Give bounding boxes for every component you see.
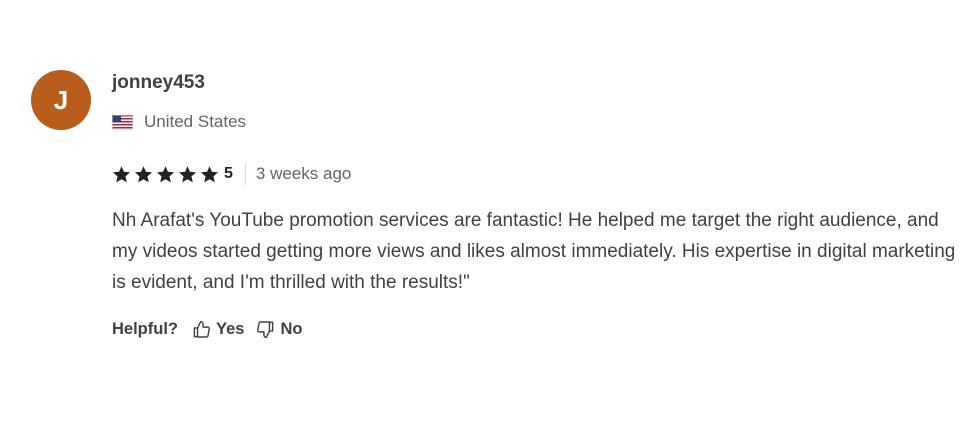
rating-divider [244, 163, 246, 185]
thumbs-down-icon [257, 321, 274, 339]
rating-row: 5 3 weeks ago [112, 163, 351, 185]
avatar[interactable]: J [31, 70, 91, 130]
review-time: 3 weeks ago [255, 164, 352, 183]
star-rating [112, 165, 222, 184]
reviewer-country: United States [112, 112, 246, 132]
helpful-no-label: No [280, 320, 303, 338]
helpful-yes-label: Yes [216, 320, 245, 338]
star-icon [112, 165, 131, 184]
thumbs-up-icon [193, 320, 210, 338]
reviewer-username[interactable]: jonney453 [112, 72, 205, 94]
helpful-yes-button[interactable]: Yes [192, 320, 244, 339]
star-icon [200, 165, 219, 184]
us-flag-icon [112, 114, 133, 130]
rating-value: 5 [224, 165, 233, 182]
helpful-no-button[interactable]: No [256, 320, 302, 339]
star-icon [134, 165, 153, 184]
avatar-initial: J [53, 84, 69, 115]
helpful-row: Helpful? Yes No [112, 320, 314, 339]
country-name: United States [144, 112, 247, 131]
review-text: Nh Arafat's YouTube promotion services a… [112, 210, 956, 293]
star-icon [178, 165, 197, 184]
helpful-label: Helpful? [112, 320, 178, 338]
star-icon [156, 165, 175, 184]
